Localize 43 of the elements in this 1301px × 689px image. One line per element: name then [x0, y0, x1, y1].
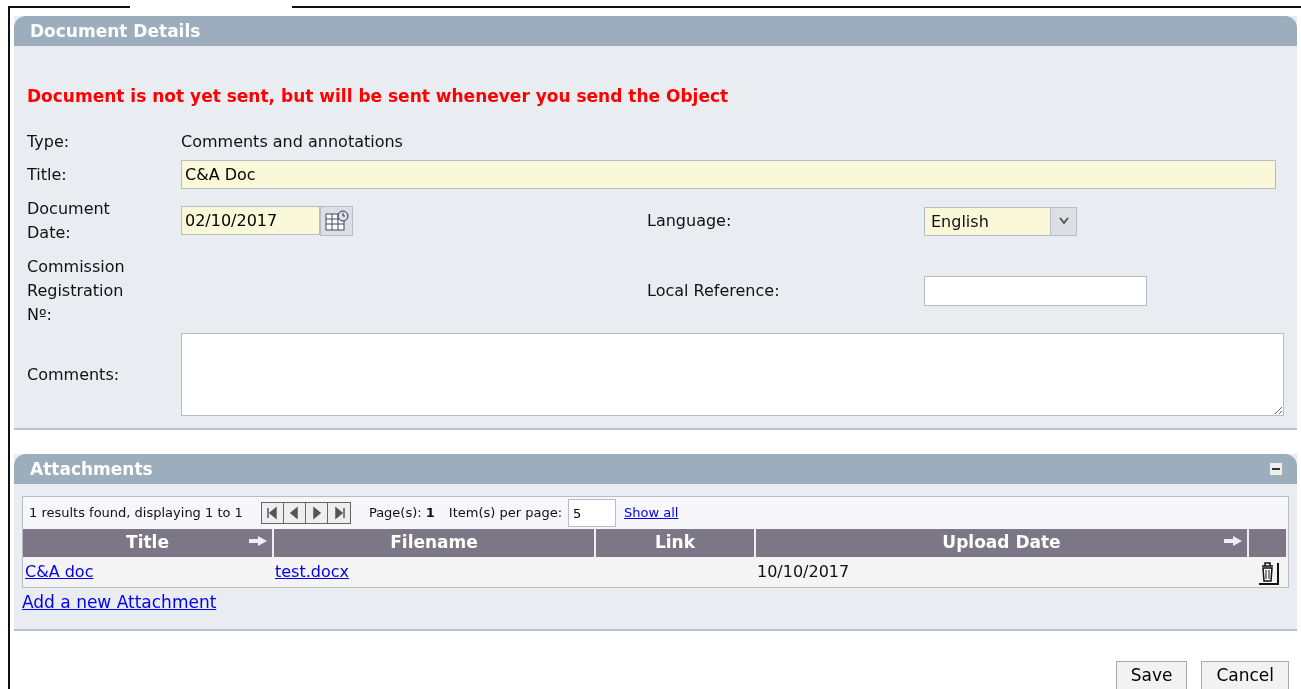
- previous-page-button[interactable]: [283, 503, 306, 523]
- column-header: Upload Date: [755, 529, 1248, 557]
- field-label: Commission Registration Nº:: [27, 256, 126, 326]
- minus-icon: [1272, 468, 1280, 470]
- date-field[interactable]: 02/10/2017: [181, 206, 320, 235]
- field-label: Type:: [27, 131, 71, 153]
- filename-link[interactable]: test.docx: [275, 561, 350, 581]
- first-page-icon: [265, 506, 280, 520]
- column-header: Title: [23, 529, 273, 557]
- sort-arrow-icon[interactable]: [248, 535, 268, 547]
- attachment-title-link[interactable]: C&A doc: [25, 561, 94, 581]
- field-label: Language:: [647, 210, 733, 232]
- field-label: Document Date:: [27, 198, 111, 244]
- column-header: Link: [595, 529, 755, 557]
- show-all-link[interactable]: Show all: [624, 503, 679, 523]
- panel-title: Attachments: [30, 458, 153, 481]
- panel-title: Document Details: [30, 20, 201, 43]
- comments-field[interactable]: [181, 333, 1284, 416]
- results-summary: 1 results found, displaying 1 to 1: [29, 504, 243, 523]
- table-cell: 10/10/2017: [755, 556, 1248, 587]
- field-label: Comments:: [27, 363, 121, 386]
- per-page-field[interactable]: 5: [568, 499, 617, 527]
- sort-arrow-icon[interactable]: [1223, 535, 1243, 547]
- pages-text: Page(s): 1: [368, 504, 435, 523]
- field-label: Local Reference:: [647, 280, 781, 302]
- calendar-button[interactable]: [320, 206, 353, 236]
- cancel-button[interactable]: Cancel: [1201, 661, 1289, 689]
- language-select[interactable]: English: [924, 206, 1077, 236]
- chevron-down-icon: [1058, 217, 1069, 225]
- last-page-button[interactable]: [327, 503, 350, 523]
- local-reference-field[interactable]: [924, 276, 1147, 306]
- type-value: Comments and annotations: [181, 131, 404, 153]
- field-label: Title:: [27, 163, 68, 186]
- next-page-button[interactable]: [305, 503, 328, 523]
- title-field[interactable]: C&A Doc: [181, 160, 1276, 189]
- column-header: Filename: [273, 529, 595, 557]
- collapse-button[interactable]: [1269, 462, 1283, 476]
- calendar-icon: [324, 210, 349, 232]
- per-page-label: Item(s) per page:: [448, 504, 563, 523]
- first-page-button[interactable]: [261, 503, 284, 523]
- warning-message: Document is not yet sent, but will be sent whenever you send the Object: [26, 85, 730, 108]
- add-attachment-link[interactable]: Add a new Attachment: [22, 591, 217, 612]
- save-button[interactable]: Save: [1115, 661, 1188, 689]
